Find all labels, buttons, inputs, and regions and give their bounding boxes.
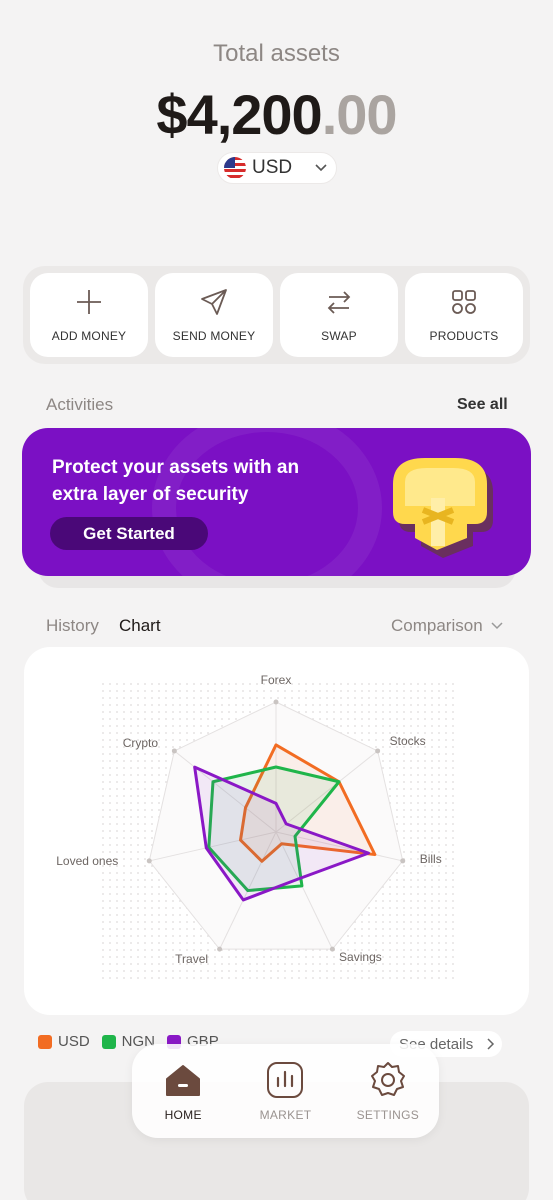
axis-label-crypto: Crypto	[123, 736, 159, 750]
promo-text: Protect your assets with an extra layer …	[52, 457, 300, 505]
radar-chart: Forex Stocks Bills Savings Travel Loved ones C…	[56, 673, 454, 979]
tab-chart[interactable]: Chart	[119, 616, 161, 636]
chevron-right-icon	[487, 1038, 495, 1050]
nav-home[interactable]: HOME	[132, 1044, 234, 1138]
legend-swatch	[101, 1034, 116, 1049]
send-money-button[interactable]: SEND MONEY	[155, 273, 273, 357]
bottom-navigation: HOME MARKET SETTINGS	[132, 1044, 439, 1138]
plus-icon	[77, 290, 101, 314]
axis-label-travel: Travel	[175, 952, 208, 966]
add-money-label: ADD MONEY	[51, 329, 127, 343]
legend-label: USD	[58, 1033, 90, 1050]
grid-icon	[452, 290, 476, 314]
comparison-dropdown[interactable]: Comparison	[391, 616, 503, 636]
balance-cents: .00	[321, 83, 398, 146]
header: Total assets $4,200.00 USD	[0, 0, 553, 250]
balance-main: $4,200	[156, 83, 322, 146]
security-promo-card[interactable]: Protect your assets with an extra layer …	[22, 428, 531, 576]
add-money-button[interactable]: ADD MONEY	[30, 273, 148, 357]
axis-label-savings: Savings	[339, 950, 382, 964]
chevron-down-icon	[491, 622, 503, 630]
nav-settings-label: SETTINGS	[356, 1108, 420, 1122]
chevron-down-icon	[314, 160, 328, 176]
comparison-label: Comparison	[391, 616, 483, 635]
axis-end-dot	[146, 858, 152, 864]
get-started-button[interactable]: Get Started	[50, 517, 208, 550]
see-all-link[interactable]: See all	[457, 396, 508, 414]
legend-usd: USD	[38, 1033, 90, 1050]
page-title: Total assets	[213, 40, 340, 67]
nav-settings[interactable]: SETTINGS	[337, 1044, 439, 1138]
axis-end-dot	[273, 699, 279, 705]
axis-end-dot	[375, 748, 381, 754]
home-icon	[166, 1065, 201, 1096]
activities-title: Activities	[46, 395, 114, 414]
swap-button[interactable]: SWAP	[280, 273, 398, 357]
quick-actions: ADD MONEY SEND MONEY SWAP PRODUCTS	[23, 266, 530, 364]
axis-label-bills: Bills	[420, 852, 442, 866]
currency-selector[interactable]: USD	[217, 152, 337, 184]
axis-label-stocks: Stocks	[390, 734, 426, 748]
padlock-illustration-icon	[393, 458, 493, 558]
axis-label-loved-ones: Loved ones	[56, 854, 118, 868]
legend-swatch	[38, 1034, 52, 1049]
nav-home-label: HOME	[164, 1108, 202, 1122]
swap-label: SWAP	[321, 329, 357, 343]
axis-end-dot	[171, 748, 177, 754]
products-label: PRODUCTS	[429, 329, 499, 343]
paper-plane-icon	[201, 289, 227, 315]
swap-arrows-icon	[327, 291, 351, 314]
total-balance: $4,200.00	[0, 82, 553, 147]
gear-icon	[370, 1062, 405, 1096]
nav-market[interactable]: MARKET	[234, 1044, 336, 1138]
axis-label-forex: Forex	[261, 673, 292, 687]
bar-chart-icon	[267, 1062, 304, 1098]
axis-end-dot	[400, 858, 406, 864]
axis-end-dot	[329, 946, 335, 952]
axis-end-dot	[217, 946, 223, 952]
tab-history[interactable]: History	[46, 616, 99, 636]
currency-code: USD	[252, 157, 293, 178]
products-button[interactable]: PRODUCTS	[405, 273, 523, 357]
send-money-label: SEND MONEY	[172, 329, 256, 343]
radar-chart-card: Forex Stocks Bills Savings Travel Loved ones C…	[24, 647, 529, 1015]
us-flag-icon	[224, 157, 246, 179]
nav-market-label: MARKET	[259, 1108, 312, 1122]
